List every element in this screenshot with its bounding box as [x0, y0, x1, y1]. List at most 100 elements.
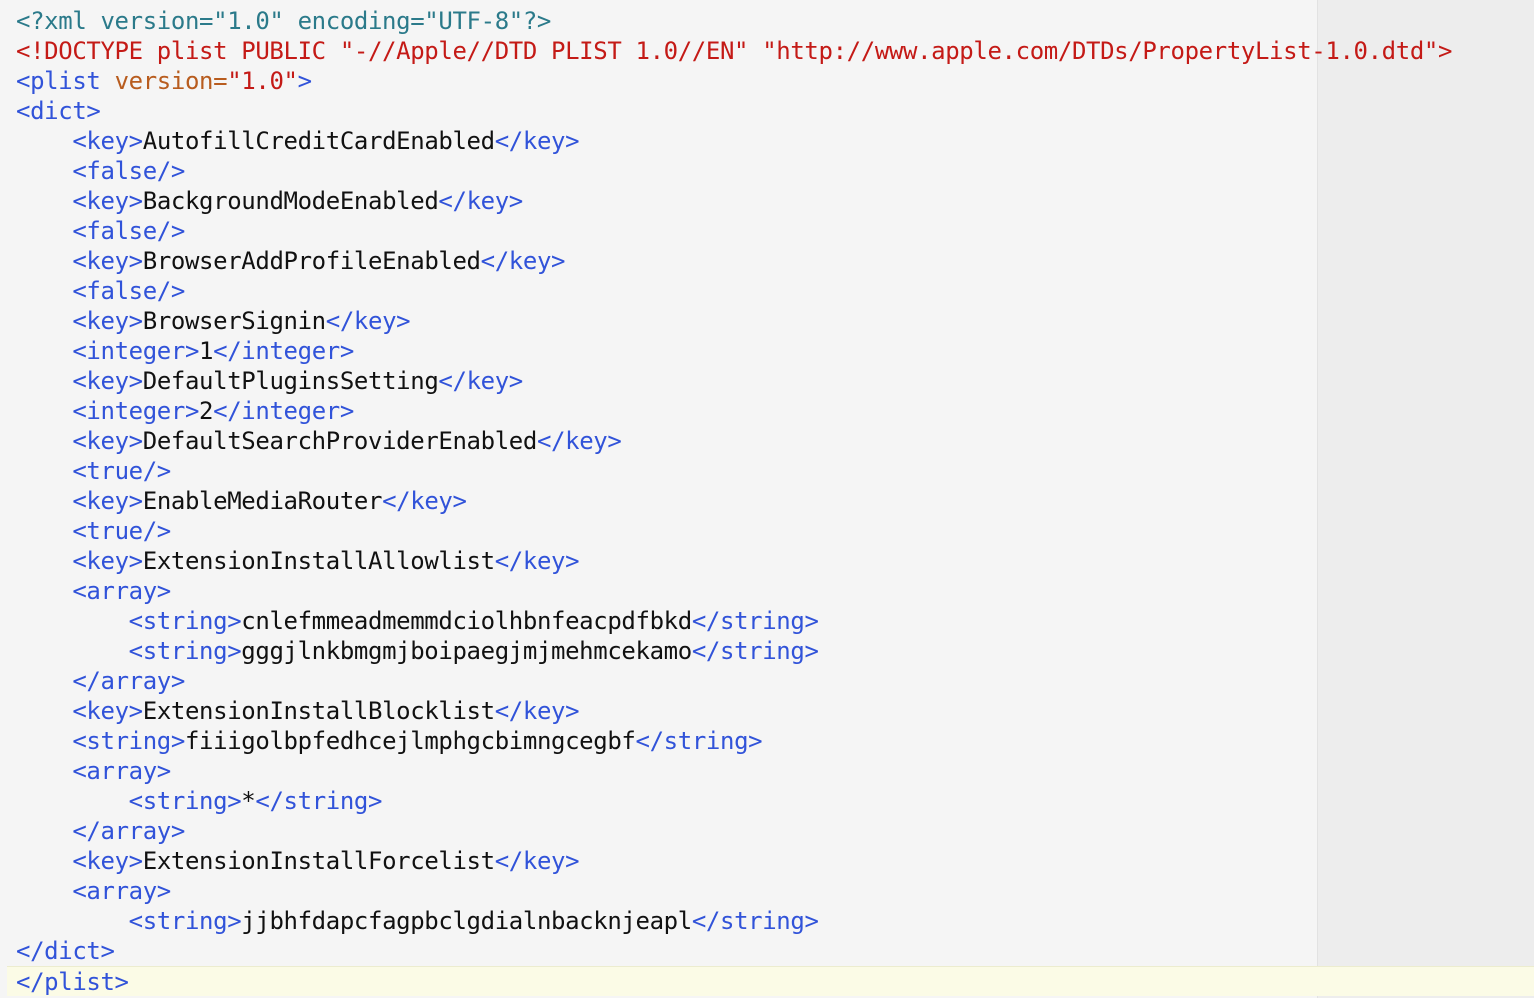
token-tag: </array>: [72, 667, 185, 695]
token-text: ExtensionInstallForcelist: [142, 847, 495, 875]
token-decl: <?xml version="1.0" encoding="UTF-8"?>: [16, 7, 552, 35]
code-line[interactable]: <string>*</string>: [16, 786, 1534, 816]
token-text: DefaultPluginsSetting: [142, 367, 439, 395]
token-tag: <key>: [72, 127, 143, 155]
token-tag: </key>: [438, 367, 523, 395]
code-line[interactable]: </array>: [16, 816, 1534, 846]
code-line[interactable]: <array>: [16, 576, 1534, 606]
code-line[interactable]: <key>AutofillCreditCardEnabled</key>: [16, 126, 1534, 156]
code-editor[interactable]: <?xml version="1.0" encoding="UTF-8"?> <!…: [0, 0, 1534, 998]
token-tag: </key>: [494, 547, 580, 575]
code-line[interactable]: <string>gggjlnkbmgmjboipaegjmjmehmcekamo…: [16, 636, 1534, 666]
code-line[interactable]: <!DOCTYPE plist PUBLIC "-//Apple//DTD PL…: [16, 36, 1534, 66]
code-line[interactable]: <key>ExtensionInstallForcelist</key>: [16, 846, 1534, 876]
token-tag: </integer>: [213, 397, 354, 425]
token-tag: </string>: [691, 637, 819, 665]
token-text: AutofillCreditCardEnabled: [142, 127, 495, 155]
code-line[interactable]: <false/>: [16, 156, 1534, 186]
token-tag: <key>: [72, 697, 143, 725]
code-line[interactable]: <key>BrowserSignin</key>: [16, 306, 1534, 336]
code-line[interactable]: <array>: [16, 876, 1534, 906]
token-tag: <integer>: [72, 397, 200, 425]
code-line[interactable]: <?xml version="1.0" encoding="UTF-8"?>: [16, 6, 1534, 36]
token-text: BackgroundModeEnabled: [142, 187, 439, 215]
code-line[interactable]: <key>ExtensionInstallBlocklist</key>: [16, 696, 1534, 726]
code-line[interactable]: </array>: [16, 666, 1534, 696]
code-line[interactable]: <plist version="1.0">: [16, 66, 1534, 96]
token-text: 1: [199, 337, 214, 365]
token-tag: </key>: [480, 247, 566, 275]
token-tag: </key>: [494, 127, 580, 155]
token-tag: </string>: [255, 787, 383, 815]
code-line[interactable]: <key>ExtensionInstallAllowlist</key>: [16, 546, 1534, 576]
token-text: cnlefmmeadmemmdciolhbnfeacpdfbkd: [241, 607, 692, 635]
code-line[interactable]: <string>jjbhfdapcfagpbclgdialnbacknjeapl…: [16, 906, 1534, 936]
token-tag: </string>: [691, 907, 819, 935]
code-line[interactable]: <string>cnlefmmeadmemmdciolhbnfeacpdfbkd…: [16, 606, 1534, 636]
code-line[interactable]: <key>EnableMediaRouter</key>: [16, 486, 1534, 516]
code-line[interactable]: <string>fiiigolbpfedhcejlmphgcbimngcegbf…: [16, 726, 1534, 756]
token-tag: <key>: [72, 247, 143, 275]
token-tag: <false/>: [72, 277, 185, 305]
code-line[interactable]: <integer>1</integer>: [16, 336, 1534, 366]
code-line[interactable]: <dict>: [16, 96, 1534, 126]
code-line[interactable]: <false/>: [16, 216, 1534, 246]
token-tag: <key>: [72, 427, 143, 455]
token-text: BrowserAddProfileEnabled: [142, 247, 481, 275]
token-tag: <string>: [128, 637, 242, 665]
code-line[interactable]: </dict>: [16, 936, 1534, 966]
token-text: fiiigolbpfedhcejlmphgcbimngcegbf: [184, 727, 636, 755]
token-tag: <string>: [128, 607, 242, 635]
token-attrval: "1.0": [227, 67, 298, 95]
token-tag: <key>: [72, 487, 143, 515]
code-line[interactable]: <key>BrowserAddProfileEnabled</key>: [16, 246, 1534, 276]
token-tag: <string>: [72, 727, 185, 755]
code-line[interactable]: <key>BackgroundModeEnabled</key>: [16, 186, 1534, 216]
token-tag: <key>: [72, 307, 143, 335]
code-line[interactable]: <integer>2</integer>: [16, 396, 1534, 426]
token-tag: <dict>: [16, 97, 101, 125]
token-tag: </key>: [382, 487, 467, 515]
token-tag: <integer>: [72, 337, 200, 365]
code-line[interactable]: <true/>: [16, 516, 1534, 546]
token-tag: </key>: [438, 187, 523, 215]
code-line[interactable]: <key>DefaultSearchProviderEnabled</key>: [16, 426, 1534, 456]
token-tag: <string>: [128, 907, 242, 935]
token-tag: <false/>: [72, 157, 185, 185]
code-line[interactable]: </plist>: [7, 966, 1534, 996]
token-tag: </array>: [72, 817, 185, 845]
code-line[interactable]: <key>DefaultPluginsSetting</key>: [16, 366, 1534, 396]
token-attr: version=: [114, 67, 228, 95]
token-text: ExtensionInstallBlocklist: [142, 697, 495, 725]
code-text-area[interactable]: <?xml version="1.0" encoding="UTF-8"?> <!…: [7, 6, 1534, 996]
token-tag: <key>: [72, 847, 143, 875]
code-line[interactable]: <array>: [16, 756, 1534, 786]
token-text: DefaultSearchProviderEnabled: [142, 427, 538, 455]
code-line[interactable]: <true/>: [16, 456, 1534, 486]
code-line[interactable]: <false/>: [16, 276, 1534, 306]
token-text: EnableMediaRouter: [142, 487, 383, 515]
token-tag: <true/>: [72, 457, 171, 485]
token-tag: </plist>: [16, 968, 129, 996]
